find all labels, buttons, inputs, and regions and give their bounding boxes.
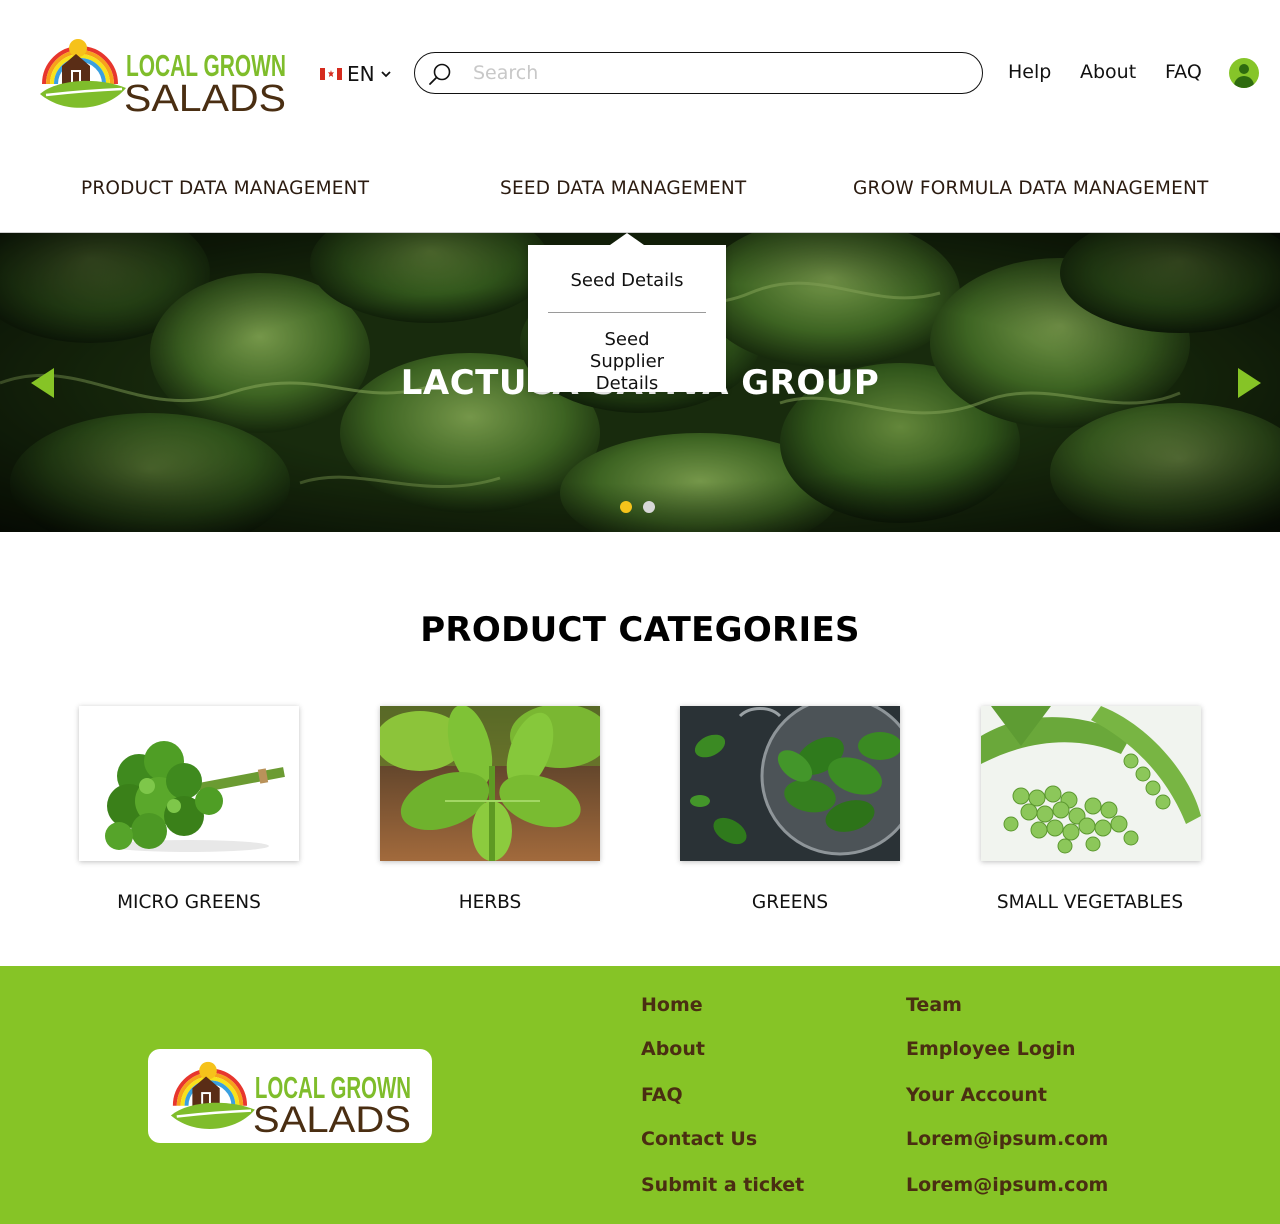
footer-logo-container: LOCAL GROWN SALADS: [148, 1049, 432, 1143]
carousel-dot-1[interactable]: [620, 501, 632, 513]
language-selector[interactable]: EN: [320, 62, 392, 86]
category-label-small-vegetables[interactable]: SMALL VEGETABLES: [940, 892, 1240, 913]
parsley-bunch-image: [79, 706, 299, 861]
spinach-colander-image: [680, 706, 900, 861]
footer-link-submit-ticket[interactable]: Submit a ticket: [641, 1174, 804, 1196]
carousel-next-arrow-icon[interactable]: [1237, 368, 1261, 398]
nav-seed-data-management[interactable]: SEED DATA MANAGEMENT: [500, 178, 746, 199]
carousel-dots: [620, 501, 655, 513]
footer-link-contact-us[interactable]: Contact Us: [641, 1128, 757, 1150]
chevron-down-icon: [380, 71, 391, 78]
footer-link-faq[interactable]: FAQ: [641, 1084, 683, 1106]
category-card-greens[interactable]: [680, 706, 900, 861]
svg-text:SALADS: SALADS: [253, 1098, 411, 1137]
user-avatar-icon[interactable]: [1229, 58, 1259, 88]
category-label-greens[interactable]: GREENS: [640, 892, 940, 913]
footer-brand-logo[interactable]: LOCAL GROWN SALADS: [164, 1055, 416, 1137]
help-link[interactable]: Help: [1008, 61, 1051, 83]
basil-plant-image: [380, 706, 600, 861]
footer-email-link-2[interactable]: Lorem@ipsum.com: [906, 1174, 1108, 1196]
about-link[interactable]: About: [1080, 61, 1136, 83]
carousel-prev-arrow-icon[interactable]: [31, 368, 55, 398]
dropdown-item-seed-details[interactable]: Seed Details: [528, 270, 726, 292]
footer-link-team[interactable]: Team: [906, 994, 962, 1016]
main-nav: PRODUCT DATA MANAGEMENT SEED DATA MANAGE…: [0, 140, 1280, 233]
category-label-micro-greens[interactable]: MICRO GREENS: [39, 892, 339, 913]
category-card-small-vegetables[interactable]: [981, 706, 1201, 861]
seed-data-dropdown-menu: Seed Details Seed Supplier Details: [528, 233, 726, 395]
site-footer: LOCAL GROWN SALADS Home About FAQ Contac…: [0, 966, 1280, 1224]
site-header: LOCAL GROWN SALADS EN Help About FAQ: [0, 0, 1280, 140]
canada-flag-icon: [320, 68, 342, 80]
search-bar: [414, 52, 983, 94]
brand-logo[interactable]: LOCAL GROWN SALADS: [36, 32, 288, 116]
language-label: EN: [347, 62, 375, 86]
carousel-dot-2[interactable]: [643, 501, 655, 513]
footer-email-link-1[interactable]: Lorem@ipsum.com: [906, 1128, 1108, 1150]
footer-link-about[interactable]: About: [641, 1038, 705, 1060]
search-input[interactable]: [473, 59, 953, 87]
footer-link-employee-login[interactable]: Employee Login: [906, 1038, 1076, 1060]
svg-text:SALADS: SALADS: [124, 78, 286, 116]
nav-grow-formula-data-management[interactable]: GROW FORMULA DATA MANAGEMENT: [853, 178, 1209, 199]
dropdown-item-seed-supplier-details[interactable]: Seed Supplier Details: [567, 329, 687, 395]
section-title: PRODUCT CATEGORIES: [420, 610, 860, 650]
dropdown-divider: [548, 312, 706, 313]
search-icon[interactable]: [427, 61, 453, 87]
footer-logo-graphic: LOCAL GROWN SALADS: [170, 1061, 411, 1137]
category-card-micro-greens[interactable]: [79, 706, 299, 861]
category-label-herbs[interactable]: HERBS: [340, 892, 640, 913]
category-card-herbs[interactable]: [380, 706, 600, 861]
green-peas-image: [981, 706, 1201, 861]
logo-graphic: LOCAL GROWN SALADS: [40, 39, 286, 116]
faq-link[interactable]: FAQ: [1165, 61, 1202, 83]
footer-link-your-account[interactable]: Your Account: [906, 1084, 1047, 1106]
nav-product-data-management[interactable]: PRODUCT DATA MANAGEMENT: [81, 178, 369, 199]
footer-link-home[interactable]: Home: [641, 994, 703, 1016]
